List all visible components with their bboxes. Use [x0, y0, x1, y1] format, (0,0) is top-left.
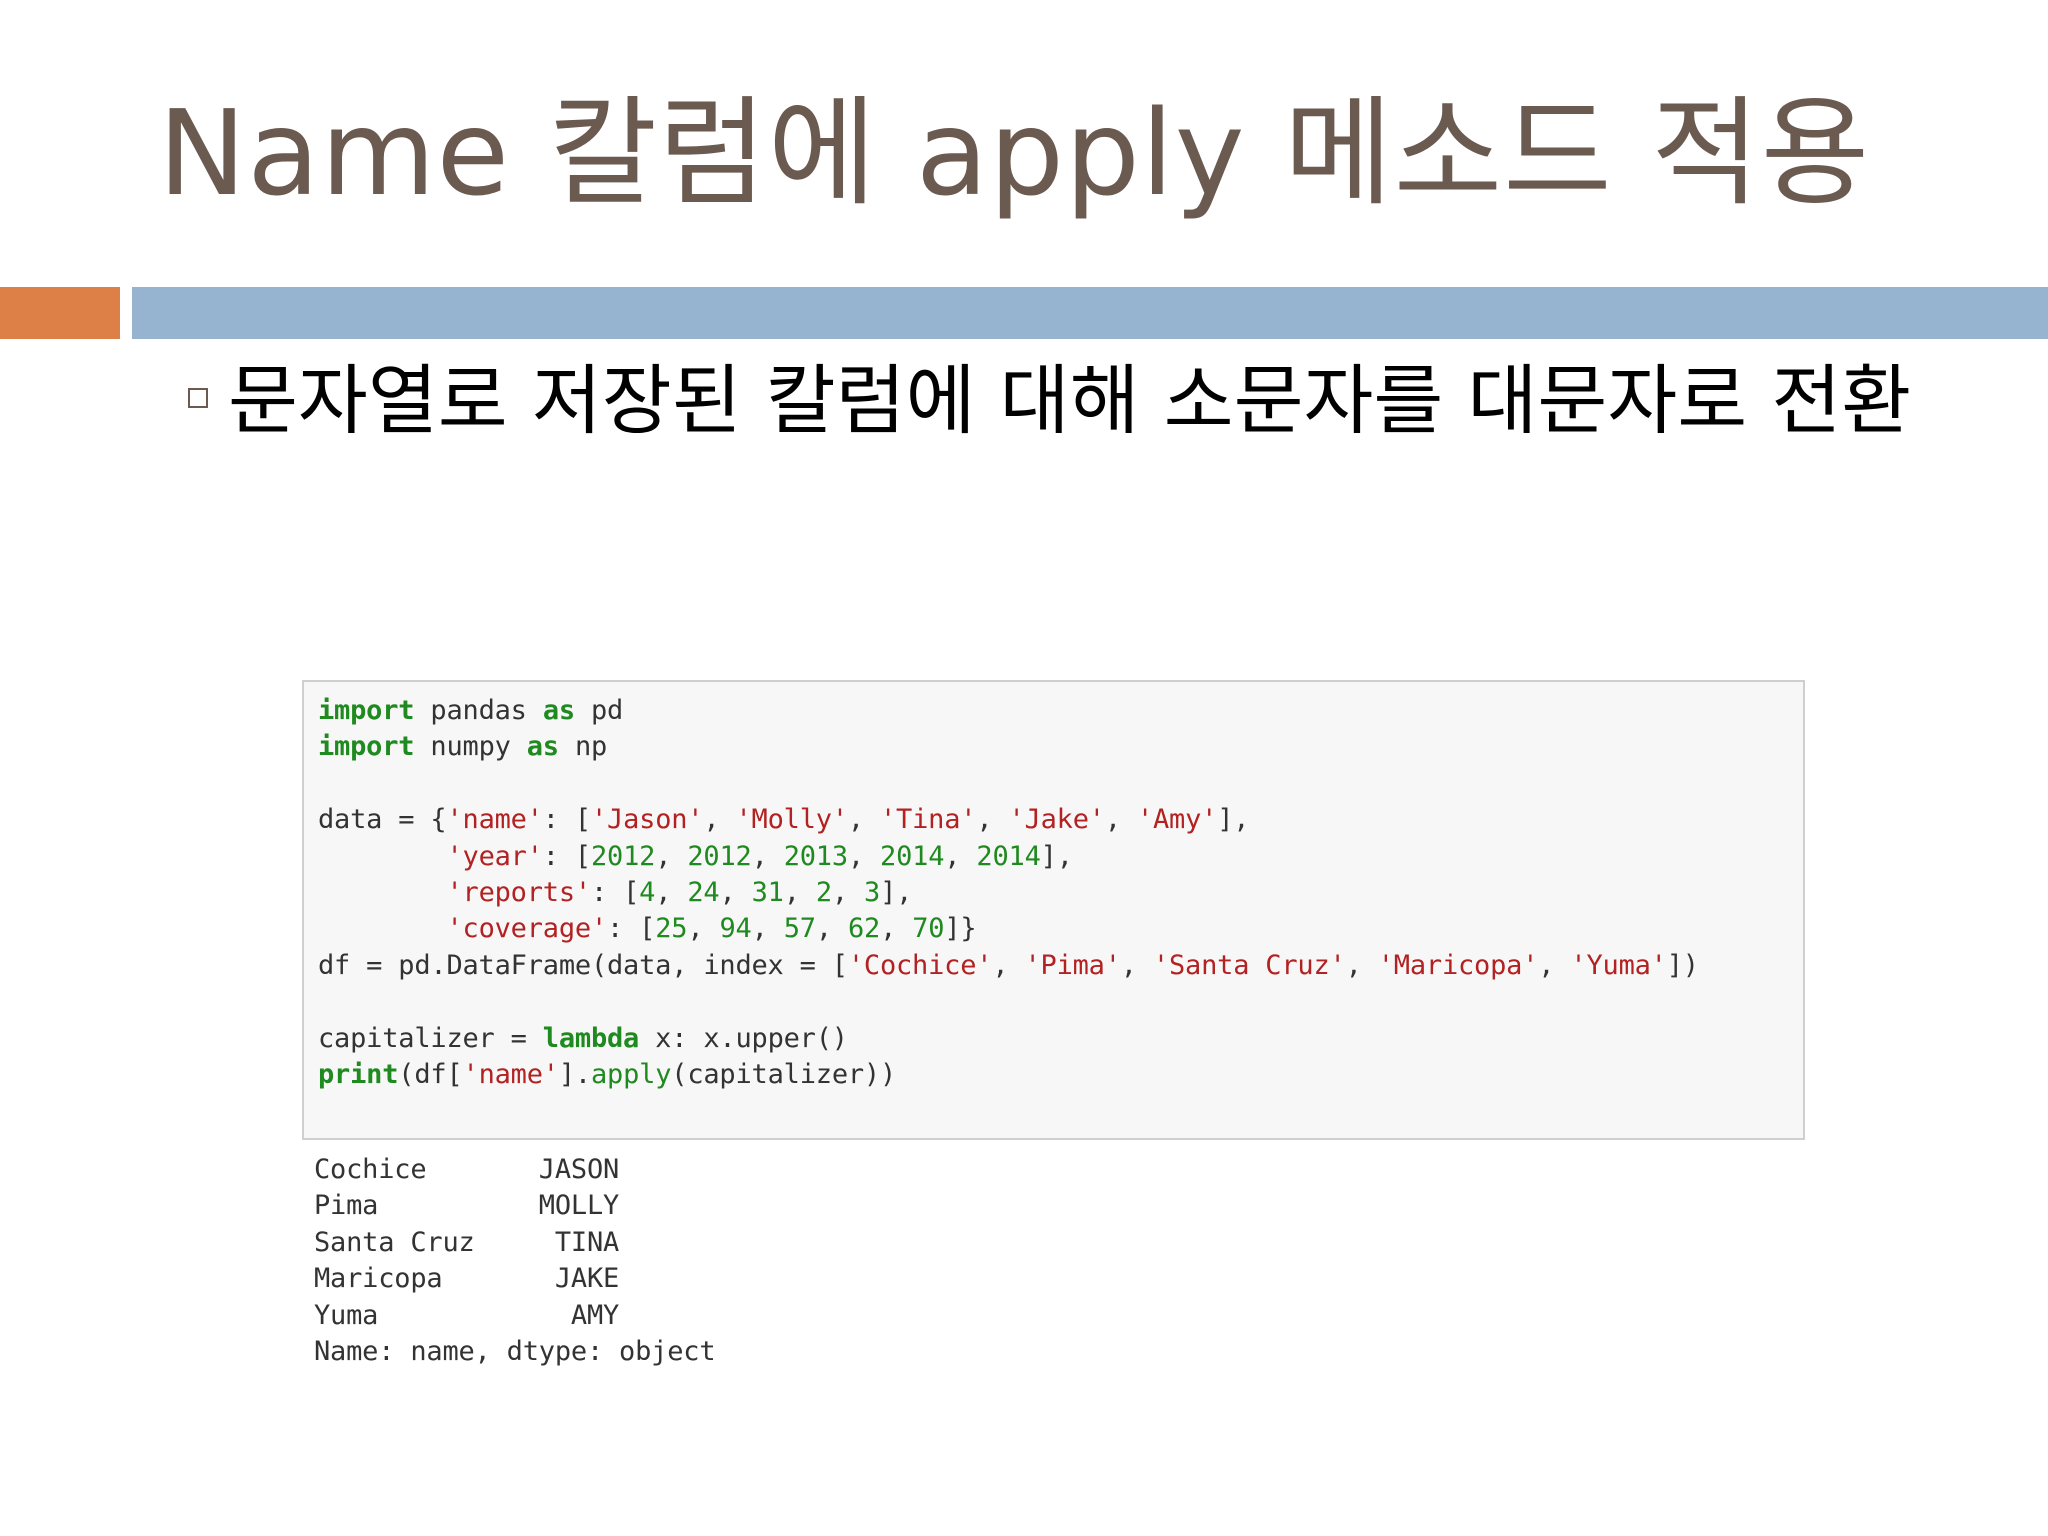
- code-line-6: 'coverage': [25, 94, 57, 62, 70]}: [446, 913, 977, 945]
- output-line: Santa Cruz TINA: [314, 1226, 620, 1258]
- output-line: Maricopa JAKE: [314, 1263, 620, 1295]
- code-line-1: import pandas as pd: [318, 695, 624, 726]
- code-line-7: df = pd.DataFrame(data, index = ['Cochic…: [318, 949, 1699, 981]
- output-line: Cochice JASON: [314, 1154, 620, 1185]
- code-line-3: data = {'name': ['Jason', 'Molly', 'Tina…: [318, 804, 1250, 836]
- output-area: Cochice JASON Pima MOLLY Santa Cruz TINA…: [314, 1152, 716, 1370]
- output-block: Cochice JASON Pima MOLLY Santa Cruz TINA…: [314, 1152, 716, 1370]
- code-line-9: print(df['name'].apply(capitalizer)): [318, 1059, 897, 1091]
- accent-bar-blue: [132, 287, 2048, 339]
- output-line: Yuma AMY: [314, 1299, 620, 1331]
- output-line: Name: name, dtype: object: [314, 1336, 716, 1368]
- bullet-text: 문자열로 저장된 칼럼에 대해 소문자를 대문자로 전환: [228, 356, 1912, 445]
- code-block: import pandas as pd import numpy as np d…: [318, 693, 1699, 1093]
- slide-title: Name 칼럼에 apply 메소드 적용: [158, 84, 1871, 222]
- square-bullet-icon: [188, 388, 208, 408]
- code-line-5: 'reports': [4, 24, 31, 2, 3],: [446, 877, 913, 909]
- output-line: Pima MOLLY: [314, 1190, 620, 1222]
- code-line-2: import numpy as np: [318, 731, 608, 763]
- code-cell: import pandas as pd import numpy as np d…: [302, 680, 1805, 1140]
- code-line-4: 'year': [2012, 2012, 2013, 2014, 2014],: [446, 840, 1073, 872]
- accent-bar-orange: [0, 287, 120, 339]
- code-line-8: capitalizer = lambda x: x.upper(): [318, 1022, 848, 1054]
